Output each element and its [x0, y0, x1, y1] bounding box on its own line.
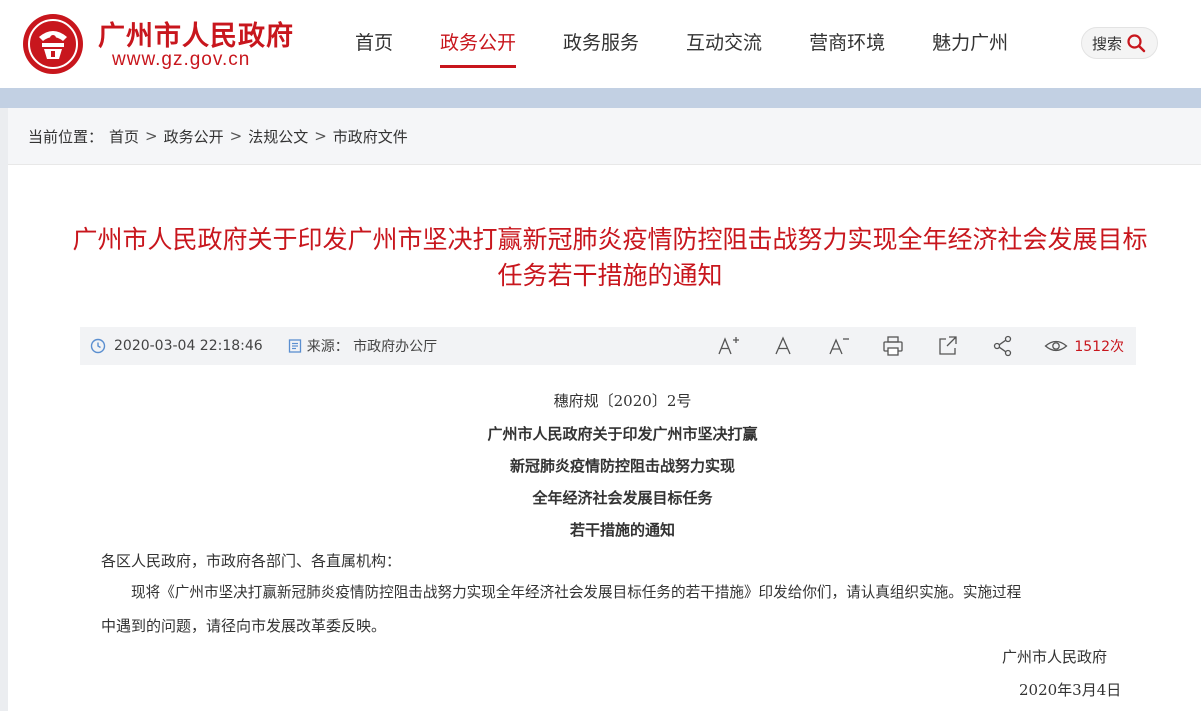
article-tools: 1512次 — [685, 327, 1136, 365]
breadcrumb: 当前位置： 首页 > 政务公开 > 法规公文 > 市政府文件 — [8, 108, 1201, 165]
breadcrumb-home[interactable]: 首页 — [109, 126, 139, 147]
breadcrumb-government-affairs[interactable]: 政务公开 — [164, 126, 224, 147]
nav-interaction[interactable]: 互动交流 — [686, 0, 762, 88]
document-body-line-2: 中遇到的问题，请径向市发展改革委反映。 — [101, 617, 387, 635]
eye-icon — [1044, 340, 1068, 352]
article-title-line-1: 广州市人民政府关于印发广州市坚决打赢新冠肺炎疫情防控阻击战努力实现全年经济社会发… — [72, 225, 1148, 254]
breadcrumb-separator: > — [145, 127, 158, 145]
article-source: 来源： 市政府办公厅 — [306, 339, 438, 355]
emblem-icon[interactable] — [22, 13, 84, 75]
article-meta-bar: 2020-03-04 22:18:46 来源： 市政府办公厅 1512次 — [80, 327, 1136, 365]
export-button[interactable] — [936, 334, 960, 358]
font-increase-icon — [718, 337, 740, 355]
search-icon — [1127, 34, 1146, 53]
page-band-strip — [0, 88, 1201, 108]
view-counter: 1512次 — [1044, 334, 1124, 358]
document-heading-line-4: 若干措施的通知 — [569, 521, 675, 539]
document-signature: 广州市人民政府 — [1002, 648, 1108, 666]
publish-datetime: 2020-03-04 22:18:46 — [114, 338, 263, 354]
site-title[interactable]: 广州市人民政府 — [98, 14, 294, 53]
search-label: 搜索 — [1092, 34, 1123, 53]
print-icon — [883, 336, 904, 356]
site-url[interactable]: www.gz.gov.cn — [112, 49, 250, 71]
nav-charm-guangzhou[interactable]: 魅力广州 — [932, 0, 1008, 88]
font-default-icon — [775, 336, 791, 355]
nav-home[interactable]: 首页 — [355, 0, 393, 88]
breadcrumb-separator: > — [314, 127, 327, 145]
breadcrumb-separator: > — [229, 127, 243, 145]
main-nav: 首页 政务公开 政务服务 互动交流 营商环境 魅力广州 — [330, 0, 1008, 88]
document-heading-line-2: 新冠肺炎疫情防控阻击战努力实现 — [509, 457, 735, 475]
search-button[interactable]: 搜索 — [1081, 27, 1158, 59]
nav-business-environment[interactable]: 营商环境 — [809, 0, 885, 88]
print-button[interactable] — [881, 334, 905, 358]
clock-icon — [90, 338, 106, 354]
font-decrease-icon — [829, 338, 850, 355]
font-default-button[interactable] — [771, 334, 795, 358]
nav-government-affairs[interactable]: 政务公开 — [440, 0, 517, 88]
share-button[interactable] — [991, 334, 1015, 358]
share-icon — [994, 335, 1012, 357]
breadcrumb-city-documents[interactable]: 市政府文件 — [333, 126, 408, 147]
document-sign-date: 2020年3月4日 — [1019, 681, 1122, 699]
font-increase-button[interactable] — [716, 334, 740, 358]
breadcrumb-regulations[interactable]: 法规公文 — [248, 126, 308, 147]
document-salutation: 各区人民政府，市政府各部门、各直属机构： — [101, 552, 402, 570]
nav-government-services[interactable]: 政务服务 — [563, 0, 639, 88]
breadcrumb-prefix: 当前位置： — [28, 127, 104, 146]
document-body-line-1: 现将《广州市坚决打赢新冠肺炎疫情防控阻击战努力实现全年经济社会发展目标任务的若干… — [131, 584, 1022, 601]
article-title-line-2: 任务若干措施的通知 — [497, 261, 723, 290]
document-icon — [288, 339, 301, 353]
export-icon — [939, 336, 958, 355]
view-count: 1512次 — [1074, 339, 1124, 355]
font-decrease-button[interactable] — [826, 334, 850, 358]
document-heading-line-3: 全年经济社会发展目标任务 — [532, 489, 713, 507]
document-number: 穗府规〔2020〕2号 — [553, 392, 692, 410]
site-header: 广州市人民政府 www.gz.gov.cn 首页 政务公开 政务服务 互动交流 … — [0, 0, 1201, 88]
document-heading-line-1: 广州市人民政府关于印发广州市坚决打赢 — [487, 425, 758, 443]
